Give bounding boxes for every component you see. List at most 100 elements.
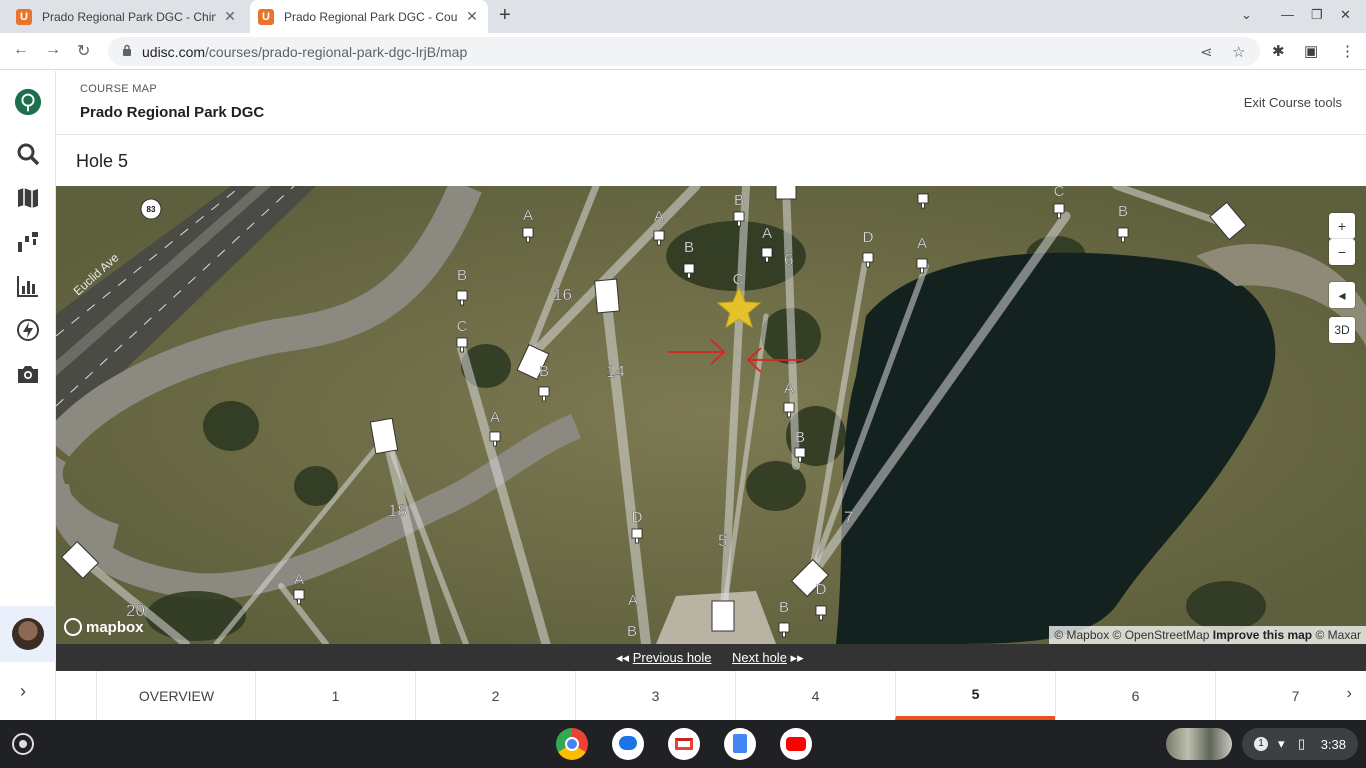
svg-text:7: 7 xyxy=(844,508,853,527)
svg-text:B: B xyxy=(734,192,744,209)
zoom-in-button[interactable]: + xyxy=(1329,213,1355,239)
svg-text:C: C xyxy=(733,271,744,288)
extensions-icon[interactable]: ✱ xyxy=(1272,42,1285,60)
tab-overview[interactable]: OVERVIEW xyxy=(96,671,256,720)
tabs-scroll-right-icon[interactable]: › xyxy=(1347,685,1352,703)
mapbox-attribution-link[interactable]: © Mapbox xyxy=(1054,628,1109,642)
launcher-icon xyxy=(19,740,27,748)
maxar-attribution-link[interactable]: © Maxar xyxy=(1315,628,1361,642)
share-icon[interactable]: ⋖ xyxy=(1200,43,1213,61)
hole-navigation: ◂◂ Previous hole Next hole ▸▸ xyxy=(56,644,1366,671)
browser-menu-icon[interactable]: ⋮ xyxy=(1340,42,1355,60)
next-hole-link[interactable]: Next hole ▸▸ xyxy=(732,650,804,666)
mapbox-logo-icon xyxy=(64,618,82,636)
docs-icon[interactable] xyxy=(724,728,756,760)
hole-tabs: OVERVIEW 1 2 3 4 5 6 7 › xyxy=(56,671,1366,720)
messages-icon[interactable] xyxy=(612,728,644,760)
svg-text:B: B xyxy=(627,623,637,640)
new-tab-icon[interactable]: + xyxy=(499,4,511,27)
osm-attribution-link[interactable]: © OpenStreetMap xyxy=(1113,628,1210,642)
close-tab-icon[interactable]: ✕ xyxy=(464,8,480,25)
url-text: udisc.com/courses/prado-regional-park-dg… xyxy=(142,44,468,60)
stats-icon[interactable] xyxy=(14,272,42,300)
svg-text:C: C xyxy=(457,318,468,335)
avatar xyxy=(12,618,44,650)
svg-text:5: 5 xyxy=(718,531,727,550)
close-tab-icon[interactable]: ✕ xyxy=(222,8,238,25)
browser-tab-2[interactable]: U Prado Regional Park DGC - Course map ✕ xyxy=(250,0,488,33)
tab-search-icon[interactable]: ⌄ xyxy=(1241,7,1252,23)
launcher-button[interactable] xyxy=(12,733,34,755)
svg-text:A: A xyxy=(762,225,772,242)
previous-hole-link[interactable]: ◂◂ Previous hole xyxy=(616,650,711,666)
svg-text:D: D xyxy=(816,581,827,598)
satellite-map: 83 Euclid Ave 16 14 6 18 5 7 20 A A B B … xyxy=(56,186,1366,644)
tab-hole-4[interactable]: 4 xyxy=(735,671,895,720)
app-sidebar: › xyxy=(0,71,56,720)
tab-hole-6[interactable]: 6 xyxy=(1055,671,1215,720)
wifi-icon: ▾ xyxy=(1278,736,1285,751)
mapbox-logo[interactable]: mapbox xyxy=(64,618,144,636)
svg-text:C: C xyxy=(1054,186,1065,200)
udisc-favicon: U xyxy=(16,8,32,25)
rewind-icon: ◂◂ xyxy=(616,650,630,665)
svg-text:D: D xyxy=(632,509,643,526)
close-window-icon[interactable]: ✕ xyxy=(1340,7,1351,23)
tab-hole-1[interactable]: 1 xyxy=(255,671,415,720)
browser-tab-bar: U Prado Regional Park DGC - Chino Hills … xyxy=(0,0,1366,33)
minimize-icon[interactable]: — xyxy=(1281,7,1294,22)
chrome-icon[interactable] xyxy=(556,728,588,760)
course-layout-icon[interactable] xyxy=(14,228,42,256)
fast-forward-icon: ▸▸ xyxy=(790,650,804,665)
forward-icon[interactable]: → xyxy=(45,41,61,59)
reload-icon[interactable]: ↻ xyxy=(77,41,90,61)
svg-text:A: A xyxy=(917,235,927,252)
svg-text:16: 16 xyxy=(553,285,572,304)
svg-text:6: 6 xyxy=(784,250,793,269)
udisc-favicon: U xyxy=(258,8,274,25)
map-attribution: © Mapbox © OpenStreetMap Improve this ma… xyxy=(1049,626,1366,644)
tab-hole-5[interactable]: 5 xyxy=(895,671,1055,720)
youtube-icon[interactable] xyxy=(780,728,812,760)
zoom-out-button[interactable]: − xyxy=(1329,239,1355,265)
tab-title: Prado Regional Park DGC - Course map xyxy=(284,9,458,24)
lightning-icon[interactable] xyxy=(14,316,42,344)
improve-map-link[interactable]: Improve this map xyxy=(1213,628,1312,642)
search-icon[interactable] xyxy=(14,140,42,168)
svg-text:B: B xyxy=(1118,203,1128,220)
bookmark-star-icon[interactable]: ☆ xyxy=(1232,43,1245,61)
clock-time: 3:38 xyxy=(1320,737,1346,752)
svg-text:B: B xyxy=(684,239,694,256)
udisc-logo-icon[interactable] xyxy=(14,88,42,116)
svg-text:A: A xyxy=(784,380,794,397)
back-icon[interactable]: ← xyxy=(13,41,29,59)
course-map[interactable]: 83 Euclid Ave 16 14 6 18 5 7 20 A A B B … xyxy=(56,186,1366,644)
gmail-icon[interactable] xyxy=(668,728,700,760)
os-shelf: 1 ▾ ▯ 3:38 xyxy=(0,720,1366,768)
address-bar[interactable]: udisc.com/courses/prado-regional-park-dg… xyxy=(108,37,1260,66)
map-icon[interactable] xyxy=(14,184,42,212)
compass-button[interactable]: ◂ xyxy=(1329,282,1355,308)
user-avatar[interactable] xyxy=(0,606,56,662)
tab-hole-2[interactable]: 2 xyxy=(415,671,575,720)
browser-tab-1[interactable]: U Prado Regional Park DGC - Chino Hills … xyxy=(8,0,246,33)
status-tray[interactable]: 1 ▾ ▯ 3:38 xyxy=(1242,728,1358,760)
hole-header: Hole 5 xyxy=(56,135,1366,186)
svg-text:83: 83 xyxy=(147,205,156,214)
svg-text:B: B xyxy=(539,363,549,380)
tab-hole-3[interactable]: 3 xyxy=(575,671,735,720)
camera-icon[interactable] xyxy=(14,360,42,388)
exit-course-tools-link[interactable]: Exit Course tools xyxy=(1244,95,1342,110)
course-header: COURSE MAP Prado Regional Park DGC Exit … xyxy=(56,71,1366,135)
3d-toggle-button[interactable]: 3D xyxy=(1329,317,1355,343)
holding-space-thumbnails[interactable] xyxy=(1166,728,1232,760)
svg-text:B: B xyxy=(457,267,467,284)
svg-text:B: B xyxy=(795,429,805,446)
side-panel-icon[interactable]: ▣ xyxy=(1304,42,1318,60)
tab-hole-7[interactable]: 7 xyxy=(1215,671,1366,720)
svg-text:A: A xyxy=(654,208,664,225)
svg-text:14: 14 xyxy=(606,362,625,381)
restore-icon[interactable]: ❐ xyxy=(1311,7,1323,23)
browser-toolbar: ← → ↻ udisc.com/courses/prado-regional-p… xyxy=(0,33,1366,70)
chevron-right-icon[interactable]: › xyxy=(20,681,26,702)
